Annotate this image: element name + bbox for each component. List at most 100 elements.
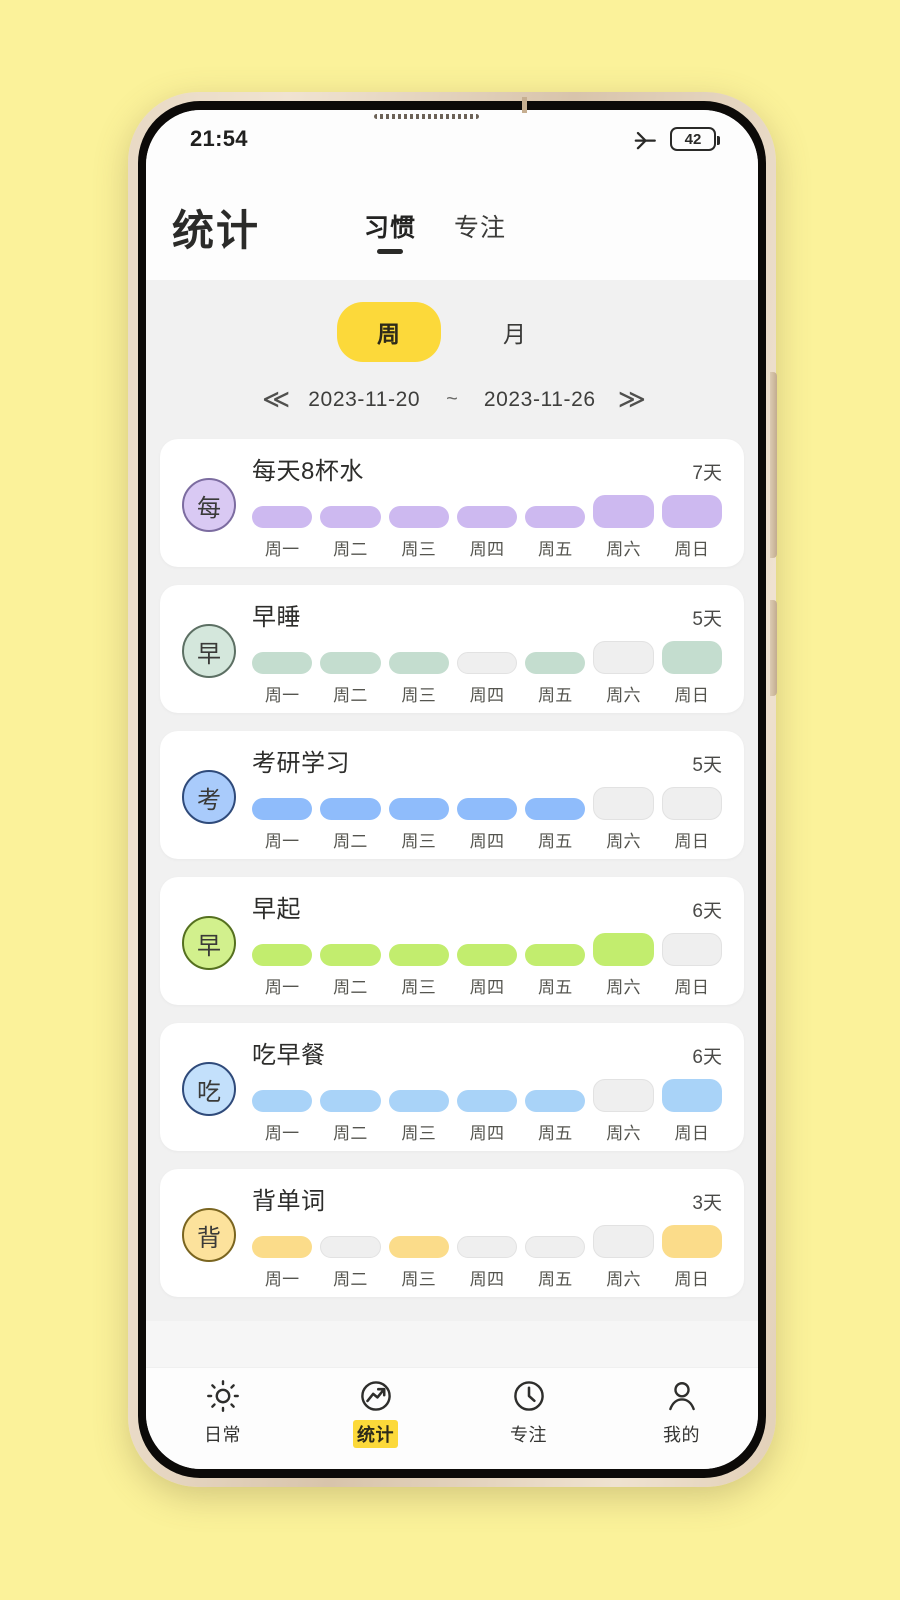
habit-day-bar-column[interactable] xyxy=(388,1089,449,1112)
period-segmented-control: 周 月 xyxy=(146,302,758,362)
nav-item-daily[interactable]: 日常 xyxy=(163,1379,283,1448)
habit-day-bar-column[interactable] xyxy=(593,494,654,528)
day-label: 周一 xyxy=(264,685,300,705)
habit-week-bars xyxy=(252,930,722,966)
nav-item-statistics[interactable]: 统计 xyxy=(316,1379,436,1448)
app-header: 统计 习惯 专注 xyxy=(146,168,758,280)
habit-day-bar-column[interactable] xyxy=(593,1224,654,1258)
habit-day-labels: 周一 周二 周三 周四 周五 周六 周日 xyxy=(252,973,722,998)
habit-day-bar-column[interactable] xyxy=(388,505,449,528)
segment-month[interactable]: 月 xyxy=(463,302,567,362)
habit-avatar: 吃 xyxy=(182,1062,236,1116)
nav-label-daily: 日常 xyxy=(204,1425,241,1445)
habit-day-bar-complete xyxy=(525,505,586,528)
habit-day-bar-column[interactable] xyxy=(593,786,654,820)
day-label: 周五 xyxy=(537,977,573,997)
day-label: 周一 xyxy=(264,831,300,851)
habit-day-bar-complete xyxy=(456,1089,518,1112)
day-label: 周六 xyxy=(606,1123,641,1143)
habit-card[interactable]: 考考研学习 5天 周一 周二 周三 周四 周五 周六 周日 xyxy=(160,731,744,859)
double-chevron-left-icon[interactable]: ≪ xyxy=(260,386,290,413)
power-button[interactable] xyxy=(770,600,777,696)
day-label: 周五 xyxy=(537,539,573,559)
habit-card[interactable]: 吃吃早餐 6天 周一 周二 周三 周四 周五 周六 周日 xyxy=(160,1023,744,1151)
phone-screen: 21:54 42 统计 习惯 专注 周 月 ≪ 2023-11-20 ~ 202… xyxy=(146,110,758,1469)
habit-day-bar-column[interactable] xyxy=(456,505,518,528)
habit-day-bar-column[interactable] xyxy=(593,1078,654,1112)
habit-day-bar-complete xyxy=(525,651,586,674)
habit-day-bar-column[interactable] xyxy=(661,640,722,674)
habit-day-bar-column[interactable] xyxy=(456,651,518,674)
habit-day-bar-incomplete xyxy=(320,1235,381,1258)
habit-card-header: 考研学习 5天 xyxy=(252,743,722,778)
habit-day-bar-column[interactable] xyxy=(252,1235,313,1258)
habit-card[interactable]: 背背单词 3天 周一 周二 周三 周四 周五 周六 周日 xyxy=(160,1169,744,1297)
habit-day-bar-column[interactable] xyxy=(320,651,381,674)
habit-day-bar-column[interactable] xyxy=(388,1235,449,1258)
status-icons: 42 xyxy=(632,126,720,152)
day-label: 周六 xyxy=(606,539,641,559)
habit-day-bar-column[interactable] xyxy=(320,1235,381,1258)
habit-day-bar-column[interactable] xyxy=(525,797,586,820)
tab-focus[interactable]: 专注 xyxy=(454,208,506,254)
habit-day-bar-incomplete xyxy=(525,1235,586,1258)
habit-card[interactable]: 每每天8杯水 7天 周一 周二 周三 周四 周五 周六 周日 xyxy=(160,439,744,567)
habit-day-bar-complete xyxy=(320,797,381,820)
habit-day-bar-column[interactable] xyxy=(320,943,381,966)
habit-day-labels: 周一 周二 周三 周四 周五 周六 周日 xyxy=(252,535,722,560)
day-label: 周二 xyxy=(333,1123,368,1143)
habit-day-bar-column[interactable] xyxy=(388,943,449,966)
habit-day-bar-column[interactable] xyxy=(252,1089,313,1112)
habit-day-bar-column[interactable] xyxy=(252,651,313,674)
habit-day-bar-column[interactable] xyxy=(456,797,518,820)
habit-day-bar-column[interactable] xyxy=(593,640,654,674)
habit-day-bar-column[interactable] xyxy=(661,786,722,820)
habit-day-bar-column[interactable] xyxy=(252,943,313,966)
day-label: 周日 xyxy=(674,977,710,997)
habit-day-bar-column[interactable] xyxy=(525,943,586,966)
habit-day-bar-complete xyxy=(252,943,313,966)
habit-day-bar-column[interactable] xyxy=(456,943,518,966)
volume-button[interactable] xyxy=(770,372,777,558)
habit-day-bar-column[interactable] xyxy=(388,797,449,820)
header-tabs: 习惯 专注 xyxy=(364,208,506,254)
habit-day-bar-complete xyxy=(388,943,449,966)
habit-card[interactable]: 早早起 6天 周一 周二 周三 周四 周五 周六 周日 xyxy=(160,877,744,1005)
day-label: 周三 xyxy=(401,685,436,705)
habit-day-bar-column[interactable] xyxy=(252,797,313,820)
habit-day-labels: 周一 周二 周三 周四 周五 周六 周日 xyxy=(252,1119,722,1144)
habit-day-bar-column[interactable] xyxy=(661,494,722,528)
habit-day-bar-column[interactable] xyxy=(661,932,722,966)
double-chevron-right-icon[interactable]: ≫ xyxy=(616,386,646,413)
habit-week-bars xyxy=(252,1076,722,1112)
habit-day-bar-column[interactable] xyxy=(456,1235,518,1258)
day-label: 周三 xyxy=(401,977,436,997)
tab-habits[interactable]: 习惯 xyxy=(364,208,416,254)
habit-day-bar-column[interactable] xyxy=(320,797,381,820)
segment-week[interactable]: 周 xyxy=(337,302,441,362)
habit-day-bar-incomplete xyxy=(593,1078,654,1112)
habit-day-bar-column[interactable] xyxy=(456,1089,518,1112)
habit-day-bar-column[interactable] xyxy=(525,1089,586,1112)
habit-day-bar-column[interactable] xyxy=(593,932,654,966)
habit-day-bar-column[interactable] xyxy=(252,505,313,528)
habit-day-bar-column[interactable] xyxy=(320,1089,381,1112)
habit-day-bar-column[interactable] xyxy=(661,1078,722,1112)
habit-day-bar-column[interactable] xyxy=(525,505,586,528)
habit-week-bars xyxy=(252,492,722,528)
habit-name: 吃早餐 xyxy=(252,1041,326,1069)
day-label: 周一 xyxy=(264,977,300,997)
nav-item-focus[interactable]: 专注 xyxy=(469,1379,589,1448)
nav-item-profile[interactable]: 我的 xyxy=(622,1379,742,1448)
day-label: 周日 xyxy=(674,831,710,851)
habit-day-bar-column[interactable] xyxy=(661,1224,722,1258)
habit-card-body: 早起 6天 周一 周二 周三 周四 周五 周六 周日 xyxy=(252,889,722,998)
habit-card[interactable]: 早早睡 5天 周一 周二 周三 周四 周五 周六 周日 xyxy=(160,585,744,713)
habit-day-bar-complete xyxy=(388,505,449,528)
habit-day-bar-column[interactable] xyxy=(525,1235,586,1258)
habit-day-bar-column[interactable] xyxy=(388,651,449,674)
habit-day-bar-column[interactable] xyxy=(320,505,381,528)
habit-day-bar-complete xyxy=(593,494,654,528)
habit-day-bar-complete xyxy=(525,797,586,820)
habit-day-bar-column[interactable] xyxy=(525,651,586,674)
